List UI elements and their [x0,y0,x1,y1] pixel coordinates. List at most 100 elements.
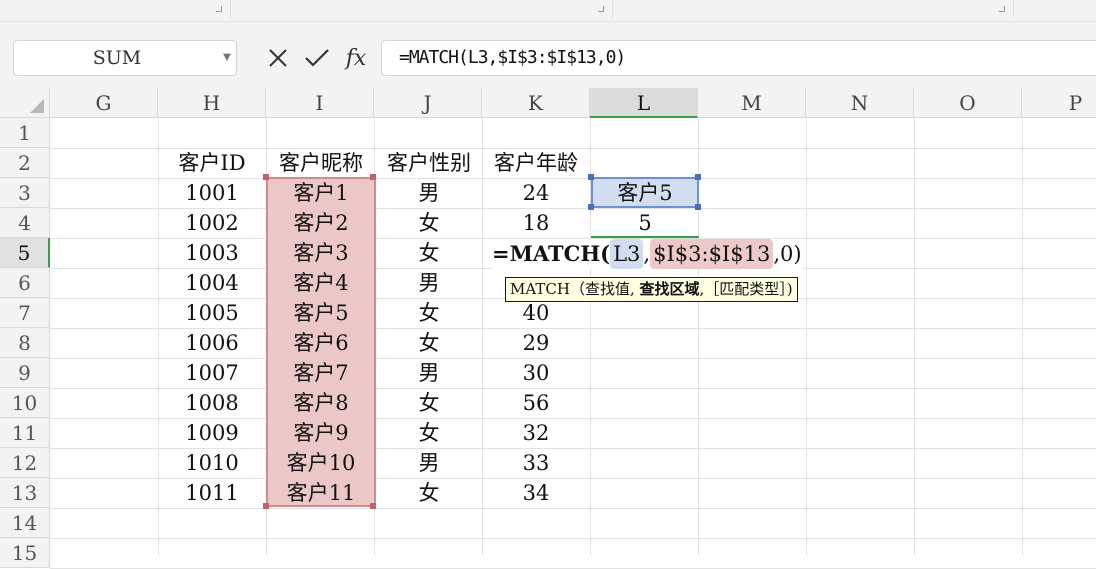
column-header-p[interactable]: P [1022,88,1096,118]
row-header-4[interactable]: 4 [0,208,50,238]
cell-name[interactable]: 客户2 [266,208,376,238]
cell-gender[interactable]: 女 [374,238,484,268]
cell-name[interactable]: 客户1 [266,178,376,208]
cell-id[interactable]: 1002 [158,208,266,238]
tooltip-open-paren: （ [569,280,585,298]
tooltip-arg-match-type: ,［匹配类型］) [699,280,793,298]
formula-separator: , [643,242,651,266]
row-header-11[interactable]: 11 [0,418,50,448]
column-header-l[interactable]: L [590,88,698,118]
column-header-n[interactable]: N [806,88,914,118]
cell-id[interactable]: 1009 [158,418,266,448]
formula-suffix: ,0) [773,242,802,266]
function-argument-tooltip: MATCH（查找值, 查找区域,［匹配类型］) [505,277,798,302]
header-customer-name[interactable]: 客户昵称 [266,148,376,178]
header-customer-id[interactable]: 客户ID [158,148,266,178]
cell-age[interactable]: 33 [482,448,590,478]
tooltip-arg-lookup-value: 查找值, [584,280,635,298]
expand-corner-icon[interactable] [999,6,1005,12]
select-all-icon [30,99,44,113]
header-customer-age[interactable]: 客户年龄 [482,148,590,178]
cell-id[interactable]: 1001 [158,178,266,208]
column-header-k[interactable]: K [482,88,590,118]
column-header-j[interactable]: J [374,88,482,118]
insert-function-button[interactable]: fx [341,42,371,74]
expand-corner-icon[interactable] [598,6,604,12]
row-header-5[interactable]: 5 [0,238,50,268]
top-toolbar-strip [0,0,1096,22]
cell-name[interactable]: 客户7 [266,358,376,388]
cell-name[interactable]: 客户5 [266,298,376,328]
cell-gender[interactable]: 男 [374,268,484,298]
cell-gender[interactable]: 女 [374,478,484,508]
row-header-7[interactable]: 7 [0,298,50,328]
name-box-value: SUM [92,47,142,69]
row-header-14[interactable]: 14 [0,508,50,538]
cell-gender[interactable]: 女 [374,418,484,448]
header-customer-gender[interactable]: 客户性别 [374,148,484,178]
cell-age[interactable]: 40 [482,298,590,328]
row-header-8[interactable]: 8 [0,328,50,358]
in-cell-formula-editor[interactable]: =MATCH( L3 , $I$3:$I$13 ,0) [492,239,802,269]
strip-divider [230,0,231,18]
row-header-15[interactable]: 15 [0,538,50,568]
cell-name[interactable]: 客户3 [266,238,376,268]
cell-l3[interactable]: 客户5 [591,178,699,208]
formula-input[interactable]: =MATCH(L3,$I$3:$I$13,0) [381,40,1096,76]
row-header-3[interactable]: 3 [0,178,50,208]
row-header-13[interactable]: 13 [0,478,50,508]
row-header-6[interactable]: 6 [0,268,50,298]
cell-id[interactable]: 1008 [158,388,266,418]
cell-name[interactable]: 客户6 [266,328,376,358]
row-header-12[interactable]: 12 [0,448,50,478]
cell-age[interactable]: 18 [482,208,590,238]
cell-name[interactable]: 客户4 [266,268,376,298]
cell-age[interactable]: 29 [482,328,590,358]
cell-id[interactable]: 1007 [158,358,266,388]
cell-gender[interactable]: 女 [374,388,484,418]
cell-age[interactable]: 24 [482,178,590,208]
column-header-m[interactable]: M [698,88,806,118]
enter-button[interactable] [302,42,332,74]
column-header-o[interactable]: O [914,88,1022,118]
column-header-h[interactable]: H [158,88,266,118]
cell-id[interactable]: 1004 [158,268,266,298]
column-header-i[interactable]: I [266,88,374,118]
cell-id[interactable]: 1011 [158,478,266,508]
row-header-9[interactable]: 9 [0,358,50,388]
cell-name[interactable]: 客户10 [266,448,376,478]
cell-gender[interactable]: 男 [374,358,484,388]
formula-bar: SUM ▼ fx =MATCH(L3,$I$3:$I$13,0) [0,22,1096,88]
column-header-g[interactable]: G [50,88,158,118]
cell-age[interactable]: 56 [482,388,590,418]
row-header-1[interactable]: 1 [0,118,50,148]
cell-name[interactable]: 客户8 [266,388,376,418]
cell-age[interactable]: 32 [482,418,590,448]
name-box[interactable]: SUM ▼ [13,40,237,76]
expand-corner-icon[interactable] [216,6,222,12]
cell-gender[interactable]: 男 [374,178,484,208]
cell-gender[interactable]: 女 [374,208,484,238]
row-header-2[interactable]: 2 [0,148,50,178]
select-all-corner[interactable] [0,88,50,118]
grid-row-line [50,508,1096,509]
cell-gender[interactable]: 男 [374,448,484,478]
cell-id[interactable]: 1006 [158,328,266,358]
cell-name[interactable]: 客户11 [266,478,376,508]
cell-l4[interactable]: 5 [591,208,699,238]
close-icon [269,49,287,67]
row-header-10[interactable]: 10 [0,388,50,418]
strip-divider [612,0,613,18]
cell-age[interactable]: 34 [482,478,590,508]
cell-age[interactable]: 30 [482,358,590,388]
cell-id[interactable]: 1003 [158,238,266,268]
tooltip-function-name[interactable]: MATCH [510,280,570,298]
grid-column-line [806,118,807,555]
cell-gender[interactable]: 女 [374,298,484,328]
cell-gender[interactable]: 女 [374,328,484,358]
cell-id[interactable]: 1010 [158,448,266,478]
cell-id[interactable]: 1005 [158,298,266,328]
cell-name[interactable]: 客户9 [266,418,376,448]
chevron-down-icon[interactable]: ▼ [218,41,236,75]
cancel-button[interactable] [263,42,293,74]
